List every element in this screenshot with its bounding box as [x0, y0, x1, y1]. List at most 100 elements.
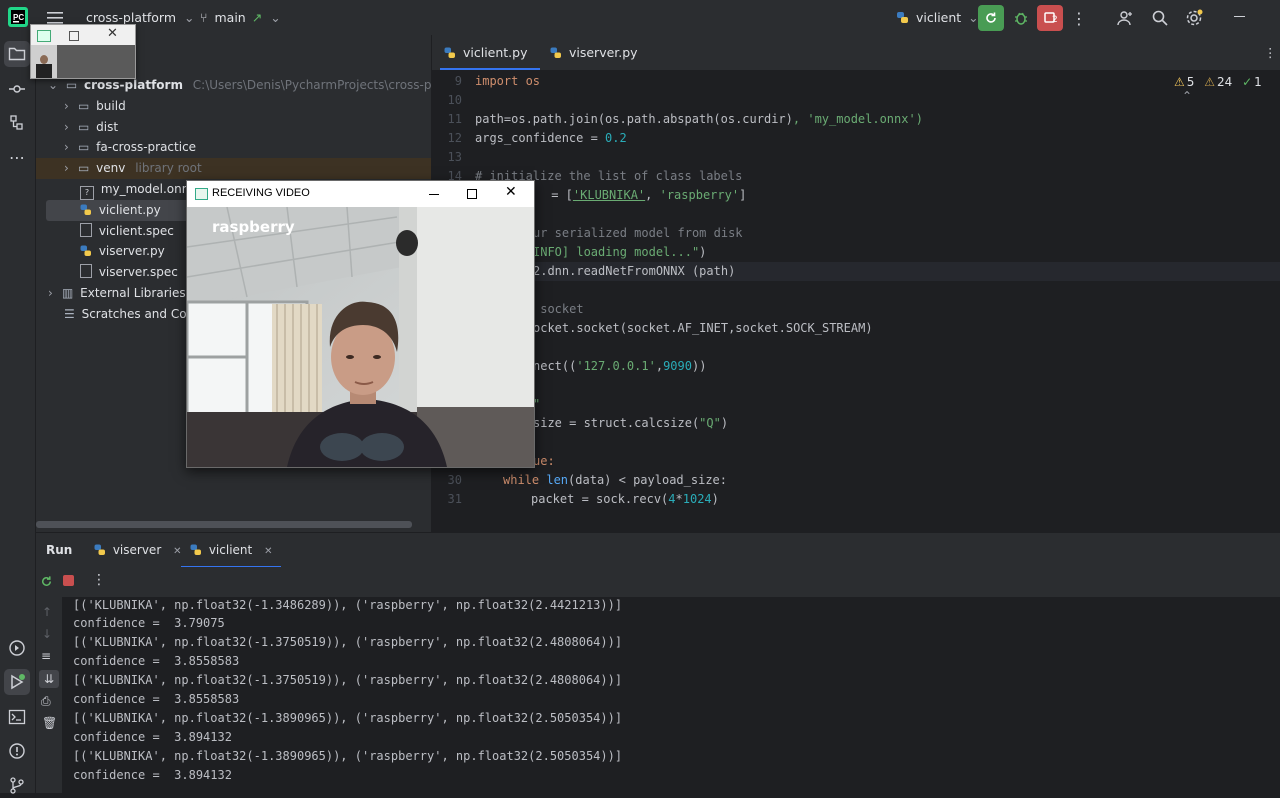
python-icon — [896, 11, 909, 24]
minimize-icon[interactable] — [429, 194, 439, 195]
stop-count-badge: 2 — [1052, 15, 1058, 25]
tree-item-label: viclient.py — [98, 203, 161, 217]
more-actions-icon[interactable]: ⋮ — [1066, 5, 1092, 31]
line-number: 9 — [454, 74, 462, 88]
line-number: 11 — [447, 112, 462, 126]
python-file-icon — [550, 47, 562, 59]
vcs-branch-widget[interactable]: ⑂ main ↗ ⌄ — [200, 10, 281, 25]
structure-tool-button[interactable] — [4, 110, 30, 136]
debug-button[interactable] — [1008, 5, 1034, 31]
arrow-down-icon[interactable]: ↓ — [42, 627, 52, 641]
python-file-icon — [80, 245, 92, 257]
run-config-name: viclient — [915, 10, 962, 25]
editor-tabs: viclient.py ✕ viserver.py ⋮ — [432, 35, 1280, 95]
run-tab-viclient[interactable]: viclient ✕ — [181, 533, 282, 568]
video-window-titlebar[interactable]: RECEIVING VIDEO ✕ — [187, 181, 534, 207]
git-tool-button[interactable] — [4, 772, 30, 798]
tab-options-icon[interactable]: ⋮ — [1264, 35, 1277, 70]
maximize-icon[interactable] — [69, 31, 79, 41]
run-tool-button[interactable] — [4, 669, 30, 695]
folder-icon: ▭ — [65, 78, 78, 92]
minimize-icon[interactable] — [1234, 16, 1245, 17]
horizontal-scrollbar[interactable] — [36, 521, 412, 528]
folder-icon: ▭ — [78, 120, 90, 134]
tree-item-viclient-spec[interactable]: viclient.spec — [80, 221, 174, 242]
tree-item-venv[interactable]: › ▭ venv library root — [36, 158, 431, 179]
tree-item-build[interactable]: › ▭ build — [64, 96, 126, 117]
terminal-icon — [8, 709, 26, 725]
receiving-video-window[interactable]: RECEIVING VIDEO ✕ raspberry — [186, 180, 535, 468]
mini-video-thumbnail — [31, 45, 57, 78]
close-icon[interactable]: ✕ — [107, 26, 118, 41]
rerun-icon — [986, 12, 996, 23]
project-widget[interactable]: cross-platform ⌄ — [86, 10, 195, 25]
git-branch-icon — [10, 777, 24, 794]
console-line: confidence = 3.894132 — [73, 730, 232, 744]
code-editor[interactable]: 9 10 11 12 13 14 15 16 17 18 19 20 21 22… — [432, 70, 1280, 532]
left-tool-strip: ⋯ — [0, 35, 36, 794]
code-line: socket — [533, 302, 584, 316]
code-line: path=os.path.join(os.path.abspath(os.cur… — [475, 112, 923, 126]
arrow-up-icon[interactable]: ↑ — [42, 605, 52, 619]
code-line: import os — [475, 74, 541, 88]
tree-item-my-model[interactable]: ? my_model.onnx — [80, 179, 196, 200]
soft-wrap-icon[interactable]: ≡ — [41, 649, 51, 663]
tab-label: viclient.py — [462, 45, 528, 60]
tree-item-external-libraries[interactable]: › ▥ External Libraries — [48, 283, 186, 304]
text-file-icon — [80, 264, 92, 278]
terminal-tool-button[interactable] — [4, 704, 30, 730]
code-with-me-button[interactable] — [1112, 5, 1138, 31]
run-tab-viserver[interactable]: viserver ✕ — [94, 543, 181, 557]
pycharm-logo-icon[interactable]: PC — [8, 7, 28, 27]
maximize-icon[interactable] — [467, 189, 477, 199]
python-file-icon — [80, 204, 92, 216]
print-icon[interactable]: ⎙ — [41, 694, 51, 709]
code-line: 2.dnn.readNetFromONNX (path) — [533, 264, 736, 278]
mini-video-window[interactable]: ✕ — [30, 24, 136, 79]
scroll-to-end-icon[interactable]: ⇊ — [39, 670, 59, 688]
tree-item-fa-cross-practice[interactable]: › ▭ fa-cross-practice — [64, 137, 196, 158]
tree-item-viserver-py[interactable]: viserver.py — [80, 241, 165, 262]
chevron-down-icon: ⌄ — [270, 10, 281, 25]
weak-warning-count: 24 — [1217, 75, 1233, 89]
branch-icon: ⑂ — [200, 10, 208, 25]
tab-viserver[interactable]: viserver.py — [550, 35, 638, 70]
problems-tool-button[interactable] — [4, 738, 30, 764]
rerun-icon[interactable] — [39, 574, 54, 589]
rerun-button[interactable] — [978, 5, 1004, 31]
typo-check-icon: ✓ — [1242, 75, 1253, 89]
tab-viclient[interactable]: viclient.py ✕ — [440, 35, 540, 95]
mini-video-frame — [31, 45, 135, 78]
stop-icon[interactable] — [63, 575, 74, 586]
warning-icon: ⚠ — [1174, 75, 1185, 89]
app-icon — [37, 30, 51, 42]
stop-button[interactable]: 2 — [1037, 5, 1063, 31]
tree-item-label: viserver.py — [98, 244, 165, 258]
more-options-icon[interactable]: ⋮ — [92, 572, 106, 588]
run-config-selector[interactable]: viclient ⌄ — [896, 10, 979, 25]
video-window-title: RECEIVING VIDEO — [212, 187, 310, 199]
root-name: cross-platform — [84, 78, 183, 92]
services-tool-button[interactable] — [4, 635, 30, 661]
unknown-file-icon: ? — [80, 186, 94, 200]
tree-item-viserver-spec[interactable]: viserver.spec — [80, 262, 178, 283]
chevron-right-icon: › — [64, 99, 69, 113]
inspection-widget[interactable]: ⚠ 5 ⚠ 24 ✓ 1 ⌃ — [1174, 75, 1280, 103]
trash-icon[interactable]: 🗑 — [42, 716, 57, 730]
close-icon[interactable]: ✕ — [264, 546, 272, 557]
commit-tool-button[interactable] — [4, 76, 30, 102]
scratches-icon: ☰ — [64, 307, 75, 321]
run-side-toolbar: ↑ ↓ ≡ ⇊ ⎙ 🗑 — [36, 597, 62, 793]
title-bar: PC cross-platform ⌄ ⑂ main ↗ ⌄ viclient … — [0, 0, 1280, 36]
more-tools-icon[interactable]: ⋯ — [4, 144, 30, 170]
tree-item-dist[interactable]: › ▭ dist — [64, 117, 118, 138]
close-icon[interactable]: ✕ — [505, 184, 517, 200]
console-output[interactable]: [('KLUBNIKA', np.float32(-1.3486289)), (… — [63, 597, 1280, 793]
project-tool-button[interactable] — [4, 41, 30, 67]
code-line: while len(data) < payload_size: — [503, 473, 727, 487]
console-line: confidence = 3.894132 — [73, 768, 232, 782]
code-line: args_confidence = 0.2 — [475, 131, 627, 145]
settings-button[interactable] — [1181, 5, 1207, 31]
search-everywhere-button[interactable] — [1147, 5, 1173, 31]
add-user-icon — [1117, 11, 1132, 26]
